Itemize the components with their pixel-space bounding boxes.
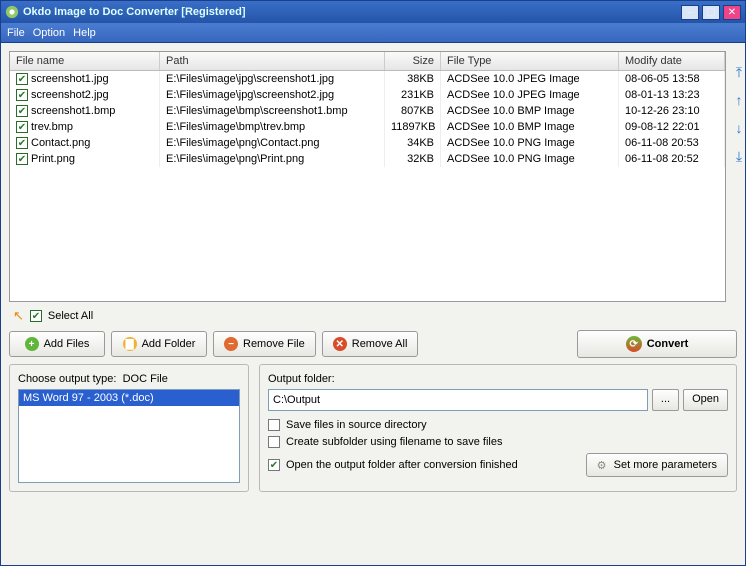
- file-path: E:\Files\image\png\Print.png: [160, 151, 385, 167]
- action-button-row: +Add Files ▇Add Folder −Remove File ✕Rem…: [9, 330, 737, 358]
- file-date: 06-11-08 20:53: [619, 135, 725, 151]
- file-name: Contact.png: [31, 137, 90, 149]
- file-name: screenshot1.jpg: [31, 73, 109, 85]
- convert-icon: ⟳: [626, 336, 642, 352]
- file-path: E:\Files\image\jpg\screenshot2.jpg: [160, 87, 385, 103]
- table-row[interactable]: ✔screenshot1.jpg E:\Files\image\jpg\scree…: [10, 71, 725, 87]
- file-date: 06-11-08 20:52: [619, 151, 725, 167]
- file-name: screenshot2.jpg: [31, 89, 109, 101]
- row-checkbox[interactable]: ✔: [16, 153, 28, 165]
- subfolder-checkbox[interactable]: [268, 436, 280, 448]
- menubar: File Option Help: [1, 23, 745, 43]
- save-source-checkbox[interactable]: [268, 419, 280, 431]
- menu-option[interactable]: Option: [33, 27, 65, 39]
- file-name: trev.bmp: [31, 121, 73, 133]
- add-files-button[interactable]: +Add Files: [9, 331, 105, 357]
- col-filename[interactable]: File name: [10, 52, 160, 70]
- x-icon: ✕: [333, 337, 347, 351]
- remove-file-button[interactable]: −Remove File: [213, 331, 316, 357]
- file-path: E:\Files\image\png\Contact.png: [160, 135, 385, 151]
- file-date: 10-12-26 23:10: [619, 103, 725, 119]
- file-type: ACDSee 10.0 JPEG Image: [441, 87, 619, 103]
- file-grid: File name Path Size File Type Modify dat…: [9, 51, 726, 302]
- file-type: ACDSee 10.0 JPEG Image: [441, 71, 619, 87]
- file-path: E:\Files\image\bmp\trev.bmp: [160, 119, 385, 135]
- menu-file[interactable]: File: [7, 27, 25, 39]
- col-filetype[interactable]: File Type: [441, 52, 619, 70]
- file-path: E:\Files\image\bmp\screenshot1.bmp: [160, 103, 385, 119]
- arrow-up-icon: ↖: [13, 308, 24, 324]
- file-date: 08-06-05 13:58: [619, 71, 725, 87]
- minus-icon: −: [224, 337, 238, 351]
- move-top-button[interactable]: ⤒: [730, 63, 746, 81]
- row-checkbox[interactable]: ✔: [16, 89, 28, 101]
- col-date[interactable]: Modify date: [619, 52, 725, 70]
- grid-body: ✔screenshot1.jpgE:\Files\image\jpg\scree…: [10, 71, 725, 301]
- browse-button[interactable]: ...: [652, 389, 679, 411]
- row-checkbox[interactable]: ✔: [16, 137, 28, 149]
- maximize-button[interactable]: ▢: [702, 5, 720, 20]
- minimize-button[interactable]: –: [681, 5, 699, 20]
- open-folder-button[interactable]: Open: [683, 389, 728, 411]
- file-size: 32KB: [385, 151, 441, 167]
- plus-icon: +: [25, 337, 39, 351]
- output-folder-label: Output folder:: [268, 373, 728, 385]
- row-checkbox[interactable]: ✔: [16, 73, 28, 85]
- move-up-button[interactable]: ↑: [730, 91, 746, 109]
- table-row[interactable]: ✔trev.bmp E:\Files\image\bmp\trev.bmp1189…: [10, 119, 725, 135]
- table-row[interactable]: ✔screenshot1.bmp E:\Files\image\bmp\scree…: [10, 103, 725, 119]
- output-type-list[interactable]: MS Word 97 - 2003 (*.doc): [18, 389, 240, 483]
- open-after-checkbox[interactable]: ✔: [268, 459, 280, 471]
- titlebar: Okdo Image to Doc Converter [Registered]…: [1, 1, 745, 23]
- file-name: Print.png: [31, 153, 75, 165]
- save-source-label: Save files in source directory: [286, 419, 427, 431]
- table-row[interactable]: ✔Print.png E:\Files\image\png\Print.png32…: [10, 151, 725, 167]
- grid-header: File name Path Size File Type Modify dat…: [10, 52, 725, 71]
- output-type-option[interactable]: MS Word 97 - 2003 (*.doc): [19, 390, 239, 406]
- content-area: File name Path Size File Type Modify dat…: [1, 43, 745, 565]
- reorder-buttons: ⤒ ↑ ↓ ⤓: [730, 51, 746, 302]
- file-name: screenshot1.bmp: [31, 105, 115, 117]
- file-date: 08-01-13 13:23: [619, 87, 725, 103]
- file-size: 11897KB: [385, 119, 441, 135]
- file-size: 231KB: [385, 87, 441, 103]
- move-down-button[interactable]: ↓: [730, 119, 746, 137]
- move-bottom-button[interactable]: ⤓: [730, 147, 746, 165]
- file-size: 38KB: [385, 71, 441, 87]
- remove-all-button[interactable]: ✕Remove All: [322, 331, 419, 357]
- convert-button[interactable]: ⟳Convert: [577, 330, 737, 358]
- output-folder-panel: Output folder: ... Open Save files in so…: [259, 364, 737, 492]
- table-row[interactable]: ✔screenshot2.jpg E:\Files\image\jpg\scree…: [10, 87, 725, 103]
- file-type: ACDSee 10.0 PNG Image: [441, 151, 619, 167]
- file-path: E:\Files\image\jpg\screenshot1.jpg: [160, 71, 385, 87]
- output-folder-input[interactable]: [268, 389, 648, 411]
- app-window: Okdo Image to Doc Converter [Registered]…: [0, 0, 746, 566]
- file-type: ACDSee 10.0 PNG Image: [441, 135, 619, 151]
- select-all-checkbox[interactable]: ✔: [30, 310, 42, 322]
- window-title: Okdo Image to Doc Converter [Registered]: [23, 6, 681, 18]
- file-type: ACDSee 10.0 BMP Image: [441, 119, 619, 135]
- output-type-panel: Choose output type: DOC File MS Word 97 …: [9, 364, 249, 492]
- select-all-row: ↖ ✔ Select All: [9, 308, 737, 324]
- open-after-label: Open the output folder after conversion …: [286, 459, 518, 471]
- select-all-label: Select All: [48, 310, 93, 322]
- file-type: ACDSee 10.0 BMP Image: [441, 103, 619, 119]
- subfolder-label: Create subfolder using filename to save …: [286, 436, 502, 448]
- file-size: 807KB: [385, 103, 441, 119]
- table-row[interactable]: ✔Contact.png E:\Files\image\png\Contact.p…: [10, 135, 725, 151]
- close-button[interactable]: ✕: [723, 5, 741, 20]
- folder-icon: ▇: [123, 337, 137, 351]
- app-icon: [5, 5, 19, 19]
- col-size[interactable]: Size: [385, 52, 441, 70]
- col-path[interactable]: Path: [160, 52, 385, 70]
- output-type-label: Choose output type: DOC File: [18, 373, 240, 385]
- set-more-parameters-button[interactable]: ⚙ Set more parameters: [586, 453, 728, 477]
- add-folder-button[interactable]: ▇Add Folder: [111, 331, 207, 357]
- menu-help[interactable]: Help: [73, 27, 96, 39]
- row-checkbox[interactable]: ✔: [16, 121, 28, 133]
- gear-icon: ⚙: [597, 459, 609, 471]
- file-date: 09-08-12 22:01: [619, 119, 725, 135]
- row-checkbox[interactable]: ✔: [16, 105, 28, 117]
- file-size: 34KB: [385, 135, 441, 151]
